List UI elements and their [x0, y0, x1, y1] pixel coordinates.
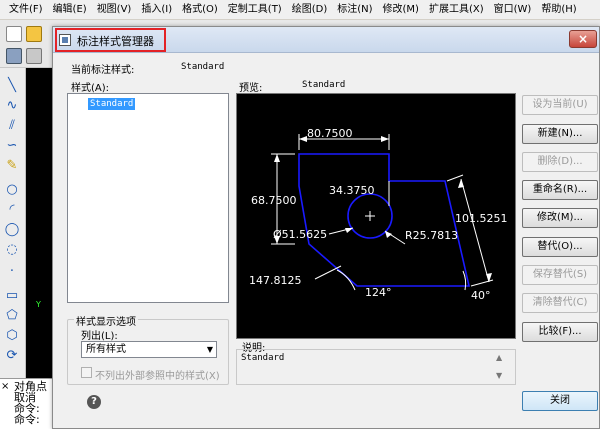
ellipse-arc-icon[interactable]: ◌: [4, 242, 20, 258]
dialog-titlebar[interactable]: 标注样式管理器 ×: [53, 27, 599, 53]
layer-tool-icon[interactable]: [26, 48, 42, 64]
dim-top-width: 80.7500: [307, 127, 353, 140]
ucs-y-label: Y: [36, 300, 41, 309]
polyline-icon[interactable]: ∿: [4, 98, 20, 114]
cmd-close-icon[interactable]: ×: [1, 381, 9, 392]
dimension-style-manager-dialog: 标注样式管理器 × 当前标注样式: Standard 样式(A): Standa…: [52, 26, 600, 429]
set-current-button[interactable]: 设为当前(U): [522, 95, 598, 115]
scroll-down-icon[interactable]: ▼: [496, 371, 502, 380]
line-icon[interactable]: ╲: [4, 78, 20, 94]
circle-icon[interactable]: ○: [4, 182, 20, 198]
construction-line-icon[interactable]: ⫽: [4, 118, 20, 134]
list-filter-select[interactable]: 所有样式 ▼: [81, 341, 217, 358]
menu-edit[interactable]: 编辑(E): [48, 0, 92, 19]
menu-extended-tools[interactable]: 扩展工具(X): [424, 0, 489, 19]
delete-style-button[interactable]: 删除(D)...: [522, 152, 598, 172]
override-style-button[interactable]: 替代(O)...: [522, 237, 598, 257]
style-item-standard[interactable]: Standard: [88, 98, 136, 110]
layer-icon[interactable]: [6, 48, 22, 64]
close-dialog-button[interactable]: 关闭: [522, 391, 598, 411]
exclude-xref-checkbox[interactable]: [81, 367, 92, 378]
list-label: 列出(L):: [81, 331, 118, 342]
preview-style-name: Standard: [302, 80, 346, 90]
current-style-value: Standard: [181, 62, 225, 72]
save-override-button[interactable]: 保存替代(S): [522, 265, 598, 285]
app-menubar: 文件(F) 编辑(E) 视图(V) 插入(I) 格式(O) 定制工具(T) 绘图…: [0, 0, 600, 20]
cmd-line-4: 命令:: [14, 413, 40, 426]
open-file-icon[interactable]: [26, 26, 42, 42]
dim-angle-bottom: 124°: [365, 286, 392, 299]
arc-icon[interactable]: ◜: [4, 202, 20, 218]
dim-angle-right: 40°: [471, 289, 491, 302]
clear-override-button[interactable]: 清除替代(C): [522, 293, 598, 313]
polygon-icon[interactable]: ⬠: [4, 308, 20, 324]
dim-radius: R25.7813: [405, 229, 458, 242]
menu-file[interactable]: 文件(F): [4, 0, 48, 19]
styles-label: 样式(A):: [71, 83, 110, 94]
menu-view[interactable]: 视图(V): [92, 0, 137, 19]
help-icon[interactable]: ?: [87, 395, 101, 409]
point-icon[interactable]: ·: [4, 264, 20, 280]
modify-style-button[interactable]: 修改(M)...: [522, 208, 598, 228]
chevron-down-icon: ▼: [206, 345, 213, 354]
preview-label: 预览:: [239, 83, 263, 94]
new-style-button[interactable]: 新建(N)...: [522, 124, 598, 144]
part-outline: [298, 153, 471, 287]
menu-window[interactable]: 窗口(W): [489, 0, 537, 19]
menu-help[interactable]: 帮助(H): [536, 0, 581, 19]
draw-toolbar: ╲ ∿ ⫽ ∽ ✎ ○ ◜ ◯ ◌ · ▭ ⬠ ⬡ ⟳: [0, 68, 26, 378]
compare-button[interactable]: 比较(F)...: [522, 322, 598, 342]
dim-right-side: 101.5251: [455, 212, 508, 225]
rectangle-icon[interactable]: ▭: [4, 288, 20, 304]
menu-dimension[interactable]: 标注(N): [332, 0, 377, 19]
description-value: Standard: [241, 353, 285, 363]
dim-bottom: 147.8125: [249, 274, 302, 287]
hexagon-icon[interactable]: ⬡: [4, 328, 20, 344]
exclude-xref-label: 不列出外部参照中的样式(X): [95, 371, 220, 382]
menu-draw[interactable]: 绘图(D): [287, 0, 333, 19]
display-options-title: 样式显示选项: [74, 313, 138, 328]
new-file-icon[interactable]: [6, 26, 22, 42]
title-highlight-box: [55, 28, 166, 52]
dim-left-height: 68.7500: [251, 194, 297, 207]
sketch-icon[interactable]: ✎: [4, 158, 20, 174]
menu-custom-tools[interactable]: 定制工具(T): [223, 0, 287, 19]
preview-drawing: 80.7500 68.7500 34.3750 Ø51.5625 R25.781…: [249, 127, 508, 302]
dim-diameter: Ø51.5625: [273, 228, 327, 241]
scroll-up-icon[interactable]: ▲: [496, 353, 502, 362]
styles-list[interactable]: Standard: [67, 93, 229, 303]
menu-modify[interactable]: 修改(M): [378, 0, 424, 19]
list-filter-value: 所有样式: [86, 344, 126, 355]
hatch-icon[interactable]: ⟳: [4, 348, 20, 364]
command-line[interactable]: × 对角点 取消 命令: 命令:: [0, 378, 56, 429]
rename-style-button[interactable]: 重命名(R)...: [522, 180, 598, 200]
menu-insert[interactable]: 插入(I): [136, 0, 177, 19]
preview-panel: 80.7500 68.7500 34.3750 Ø51.5625 R25.781…: [236, 93, 516, 339]
current-style-label: 当前标注样式:: [71, 65, 135, 76]
ellipse-icon[interactable]: ◯: [4, 222, 20, 238]
dim-inner: 34.3750: [329, 184, 375, 197]
menu-format[interactable]: 格式(O): [177, 0, 223, 19]
spline-icon[interactable]: ∽: [4, 138, 20, 154]
dialog-close-icon[interactable]: ×: [569, 30, 597, 48]
